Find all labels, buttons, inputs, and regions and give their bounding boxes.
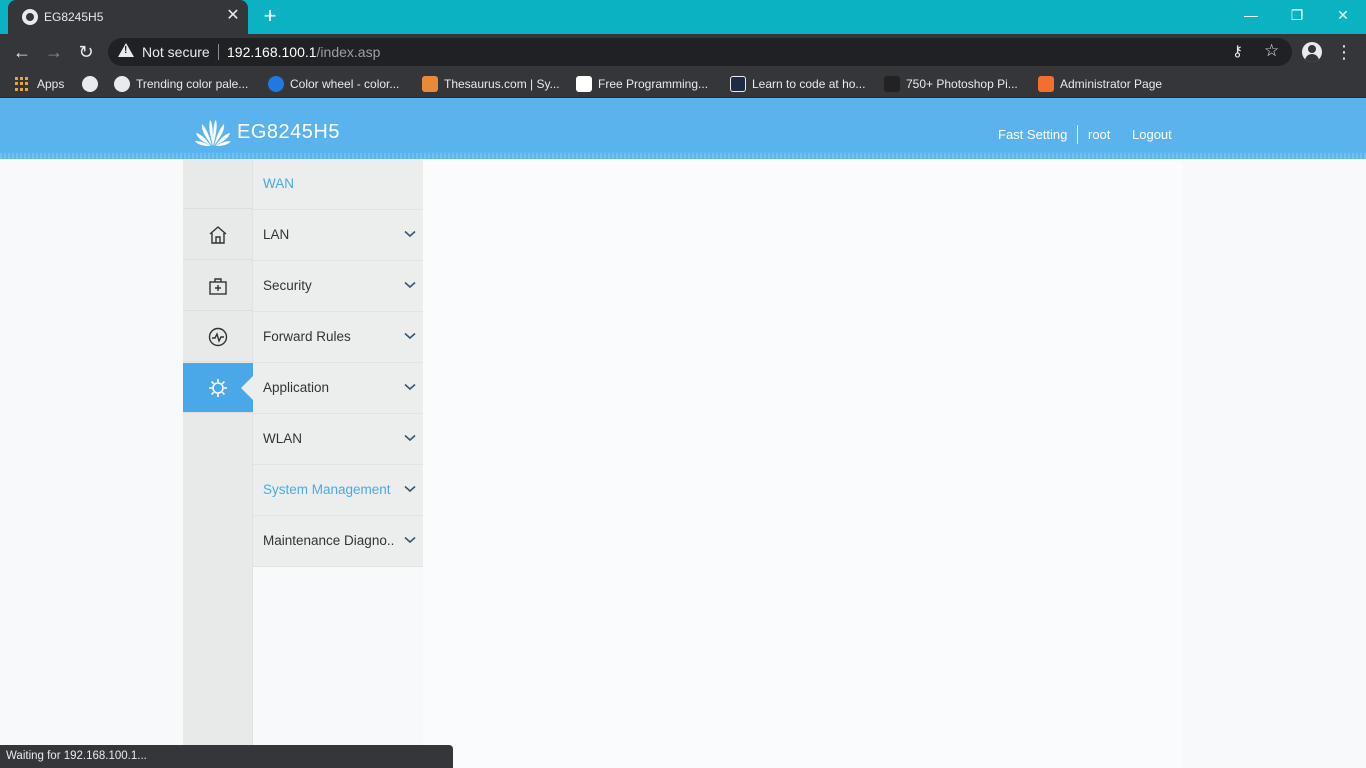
- status-text: Waiting for 192.168.100.1...: [6, 750, 147, 762]
- close-window-button[interactable]: ✕: [1320, 4, 1366, 30]
- chevron-down-icon: [404, 281, 416, 289]
- bookmark-apps[interactable]: Apps: [15, 75, 64, 93]
- menu-item-label: Maintenance Diagno..: [263, 533, 395, 548]
- chevron-down-icon: [404, 536, 416, 544]
- active-pointer: [241, 376, 253, 400]
- product-name: EG8245H5: [237, 121, 340, 143]
- gear-icon: [209, 379, 227, 397]
- address-bar[interactable]: Not secure 192.168.100.1/index.asp ⚷ ☆: [108, 38, 1292, 66]
- menu-item-wlan[interactable]: WLAN: [253, 414, 423, 465]
- bookmark-photoshop[interactable]: 750+ Photoshop Pi...: [884, 75, 1018, 93]
- photoshop-icon: [884, 76, 900, 92]
- reload-icon[interactable]: ↻: [74, 40, 98, 64]
- chevron-down-icon: [404, 230, 416, 238]
- canva-icon: [268, 76, 284, 92]
- rail-item-status[interactable]: [183, 312, 253, 362]
- xampp-icon: [1038, 76, 1054, 92]
- menu-item-security[interactable]: Security: [253, 261, 423, 312]
- bookmarks-bar: Apps Trending color pale... Color wheel …: [0, 70, 1366, 98]
- coolors-icon: [114, 76, 130, 92]
- menu-item-wan[interactable]: WAN: [253, 159, 423, 210]
- bookmark-globe[interactable]: [82, 75, 98, 93]
- bookmark-admin-page[interactable]: Administrator Page: [1038, 75, 1162, 93]
- bookmark-label: Trending color pale...: [136, 77, 249, 91]
- menu-item-maintenance-diagno[interactable]: Maintenance Diagno..: [253, 516, 423, 567]
- menu-item-label: WLAN: [263, 431, 303, 446]
- chevron-down-icon: [404, 485, 416, 493]
- browser-tab-strip: EG8245H5 ✕ + — ❐ ✕: [0, 0, 1366, 34]
- bookmark-label: Thesaurus.com | Sy...: [444, 77, 560, 91]
- forward-arrow-icon[interactable]: →: [42, 40, 66, 64]
- codecademy-icon: [730, 76, 746, 92]
- pulse-icon: [208, 327, 228, 347]
- user-link[interactable]: root: [1088, 127, 1110, 142]
- menu-item-label: Application: [263, 380, 330, 395]
- rail-item-tools[interactable]: [183, 261, 253, 311]
- tab-title: EG8245H5: [44, 10, 104, 24]
- bookmark-label: Administrator Page: [1060, 77, 1163, 91]
- huawei-logo-icon: [195, 120, 231, 146]
- browser-tab[interactable]: EG8245H5 ✕: [8, 0, 248, 34]
- bookmark-label: Color wheel - color...: [290, 77, 400, 91]
- chevron-down-icon: [404, 434, 416, 442]
- menu-item-forward-rules[interactable]: Forward Rules: [253, 312, 423, 363]
- restore-button[interactable]: ❐: [1274, 4, 1320, 30]
- medical-kit-icon: [209, 278, 227, 295]
- bookmark-star-icon[interactable]: ☆: [1264, 41, 1279, 61]
- security-label[interactable]: Not secure: [142, 44, 210, 60]
- minimize-button[interactable]: —: [1228, 4, 1274, 30]
- menu-item-label: WAN: [263, 176, 294, 191]
- warning-icon[interactable]: [118, 43, 134, 57]
- menu-item-system-management[interactable]: System Management: [253, 465, 423, 516]
- url-host: 192.168.100.1: [227, 44, 317, 60]
- bookmark-label: 750+ Photoshop Pi...: [906, 77, 1018, 91]
- content-panel: [423, 159, 1182, 768]
- new-tab-button[interactable]: +: [258, 5, 282, 29]
- menu-item-label: Security: [263, 278, 312, 293]
- address-divider: [218, 44, 219, 60]
- tab-close-icon[interactable]: ✕: [224, 7, 242, 25]
- logout-link[interactable]: Logout: [1132, 127, 1172, 142]
- menu-item-label: LAN: [263, 227, 290, 242]
- menu-item-lan[interactable]: LAN: [253, 210, 423, 261]
- bookmark-label: Learn to code at ho...: [752, 77, 866, 91]
- back-arrow-icon[interactable]: ←: [10, 40, 34, 64]
- key-icon[interactable]: ⚷: [1232, 42, 1243, 60]
- bookmark-coolors[interactable]: Trending color pale...: [114, 75, 248, 93]
- apps-grid-icon: [15, 77, 29, 91]
- globe-icon: [82, 76, 98, 92]
- fast-setting-link[interactable]: Fast Setting: [998, 127, 1067, 142]
- bookmark-codecademy[interactable]: Learn to code at ho...: [730, 75, 865, 93]
- freecodecamp-icon: [576, 76, 592, 92]
- kebab-menu-icon[interactable]: ⋮: [1334, 40, 1354, 64]
- menu-item-application[interactable]: Application: [253, 363, 423, 414]
- bookmark-free-programming[interactable]: Free Programming...: [576, 75, 708, 93]
- chevron-down-icon: [404, 383, 416, 391]
- status-bar: Waiting for 192.168.100.1...: [0, 745, 453, 768]
- url-text[interactable]: 192.168.100.1/index.asp: [227, 44, 380, 60]
- rail-spacer: [183, 159, 253, 209]
- thesaurus-icon: [422, 76, 438, 92]
- rail-item-home[interactable]: [183, 210, 253, 260]
- url-path: /index.asp: [316, 44, 381, 60]
- bookmark-color-wheel[interactable]: Color wheel - color...: [268, 75, 399, 93]
- bookmark-thesaurus[interactable]: Thesaurus.com | Sy...: [422, 75, 560, 93]
- home-icon: [209, 226, 227, 244]
- menu-item-label: Forward Rules: [263, 329, 351, 344]
- bookmark-label: Apps: [37, 77, 65, 91]
- tab-favicon-icon: [22, 9, 38, 25]
- menu-item-label: System Management: [263, 482, 391, 497]
- header-divider: [1077, 125, 1078, 144]
- bookmark-label: Free Programming...: [598, 77, 709, 91]
- chevron-down-icon: [404, 332, 416, 340]
- browser-toolbar: ← → ↻ Not secure 192.168.100.1/index.asp…: [0, 34, 1366, 70]
- profile-avatar-icon[interactable]: [1302, 42, 1322, 62]
